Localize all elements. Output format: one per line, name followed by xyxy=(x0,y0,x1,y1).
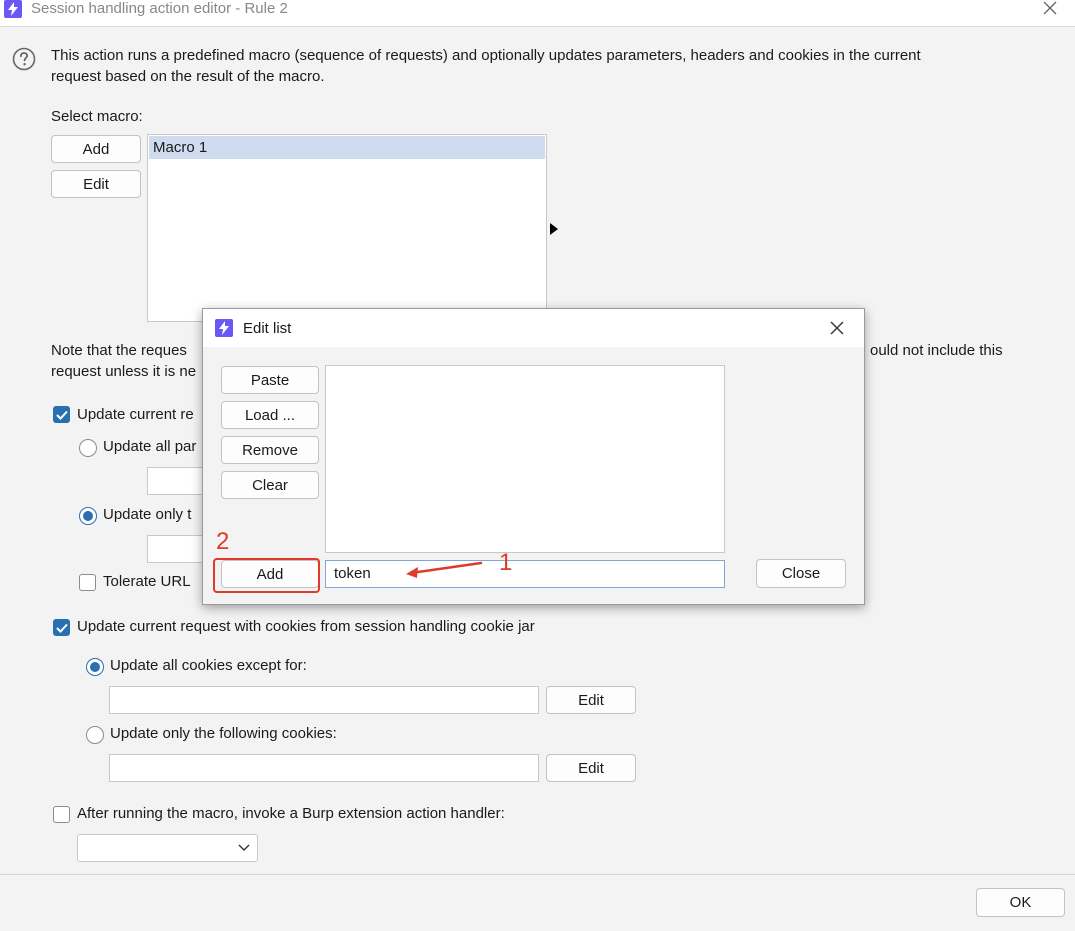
expand-arrow-icon[interactable] xyxy=(549,222,559,235)
footer-divider xyxy=(0,874,1075,875)
macro-item-label: Macro 1 xyxy=(153,139,208,156)
note-line-1-left: Note that the reques xyxy=(51,342,187,359)
all-cookies-except-radio[interactable] xyxy=(86,658,104,676)
update-cookies-checkbox[interactable] xyxy=(53,619,70,636)
chevron-down-icon xyxy=(238,844,250,851)
update-params-checkbox[interactable] xyxy=(53,406,70,423)
cookies-except-field[interactable] xyxy=(109,686,539,714)
invoke-extension-label: After running the macro, invoke a Burp e… xyxy=(77,805,505,822)
edit-list-box[interactable] xyxy=(325,365,725,553)
annotation-number-1: 1 xyxy=(499,549,513,576)
dialog-titlebar: Edit list xyxy=(203,309,864,347)
description-line-1: This action runs a predefined macro (seq… xyxy=(51,47,921,64)
burp-app-icon xyxy=(4,0,22,18)
update-all-params-label: Update all par xyxy=(103,438,197,455)
load-button[interactable]: Load ... xyxy=(221,401,319,429)
annotation-highlight-box xyxy=(213,558,320,593)
macro-list[interactable]: Macro 1 xyxy=(147,134,547,322)
dialog-close-button[interactable]: Close xyxy=(756,559,846,588)
invoke-extension-checkbox[interactable] xyxy=(53,806,70,823)
list-item-input-value: token xyxy=(334,565,371,582)
annotation-number-2: 2 xyxy=(216,528,230,555)
update-cookies-label: Update current request with cookies from… xyxy=(77,618,535,635)
update-only-params-label: Update only t xyxy=(103,506,192,523)
description-line-2: request based on the result of the macro… xyxy=(51,68,325,85)
edit-list-dialog: Edit list Paste Load ... Remove Clear Ad… xyxy=(202,308,865,605)
cookies-only-edit-button[interactable]: Edit xyxy=(546,754,636,782)
cookies-except-edit-button[interactable]: Edit xyxy=(546,686,636,714)
clear-button[interactable]: Clear xyxy=(221,471,319,499)
dialog-close-icon[interactable] xyxy=(830,321,844,335)
cookies-only-field[interactable] xyxy=(109,754,539,782)
list-item-selected[interactable]: Macro 1 xyxy=(149,136,545,159)
update-params-label: Update current re xyxy=(77,406,194,423)
note-line-2-left: request unless it is ne xyxy=(51,363,197,380)
note-line-1-right: ould not include this xyxy=(870,342,1003,359)
tolerate-url-checkbox[interactable] xyxy=(79,574,96,591)
update-all-params-radio[interactable] xyxy=(79,439,97,457)
remove-button[interactable]: Remove xyxy=(221,436,319,464)
macro-edit-button[interactable]: Edit xyxy=(51,170,141,198)
macro-add-button[interactable]: Add xyxy=(51,135,141,163)
params-only-field[interactable] xyxy=(147,535,207,563)
annotation-arrow-icon xyxy=(406,561,483,578)
only-following-cookies-radio[interactable] xyxy=(86,726,104,744)
dialog-title: Edit list xyxy=(243,320,292,337)
list-item-input[interactable]: token xyxy=(325,560,725,588)
help-icon[interactable] xyxy=(12,47,36,71)
window-close-icon[interactable] xyxy=(1043,1,1057,15)
dialog-app-icon xyxy=(215,319,233,337)
paste-button[interactable]: Paste xyxy=(221,366,319,394)
extension-handler-select[interactable] xyxy=(77,834,258,862)
select-macro-label: Select macro: xyxy=(51,108,143,125)
params-except-field[interactable] xyxy=(147,467,207,495)
only-following-cookies-label: Update only the following cookies: xyxy=(110,725,337,742)
ok-button[interactable]: OK xyxy=(976,888,1065,917)
window-title: Session handling action editor - Rule 2 xyxy=(31,0,288,17)
tolerate-url-label: Tolerate URL xyxy=(103,573,191,590)
all-cookies-except-label: Update all cookies except for: xyxy=(110,657,307,674)
update-only-params-radio[interactable] xyxy=(79,507,97,525)
